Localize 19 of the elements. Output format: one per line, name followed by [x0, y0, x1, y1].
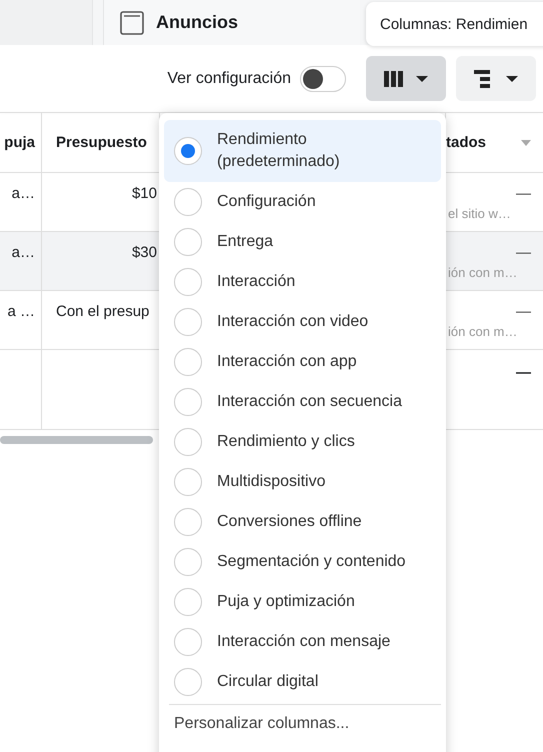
tab-title: Anuncios — [156, 12, 238, 33]
table-cell: a… — [12, 185, 35, 202]
toggle-label: Ver configuración — [167, 70, 291, 88]
table-cell: — — [516, 303, 531, 320]
column-header: tados — [446, 134, 486, 151]
budget-cell: $30 — [132, 244, 157, 261]
cell-note: ión con m… — [447, 265, 518, 280]
cell-note: ión con m… — [447, 324, 518, 339]
tooltip: Columnas: Rendimien — [366, 2, 543, 46]
table-cell: — — [516, 244, 531, 261]
total-cell: — — [516, 364, 531, 381]
table-cell: — — [516, 185, 531, 202]
column-header: puja — [4, 134, 35, 151]
column-header: Presupuesto — [56, 134, 147, 151]
budget-cell: $10 — [132, 185, 157, 202]
cell-note: el sitio w… — [447, 206, 511, 221]
budget-cell: Con el presup — [56, 303, 150, 320]
table-cell: a … — [7, 303, 35, 320]
table-cell: a… — [12, 244, 35, 261]
